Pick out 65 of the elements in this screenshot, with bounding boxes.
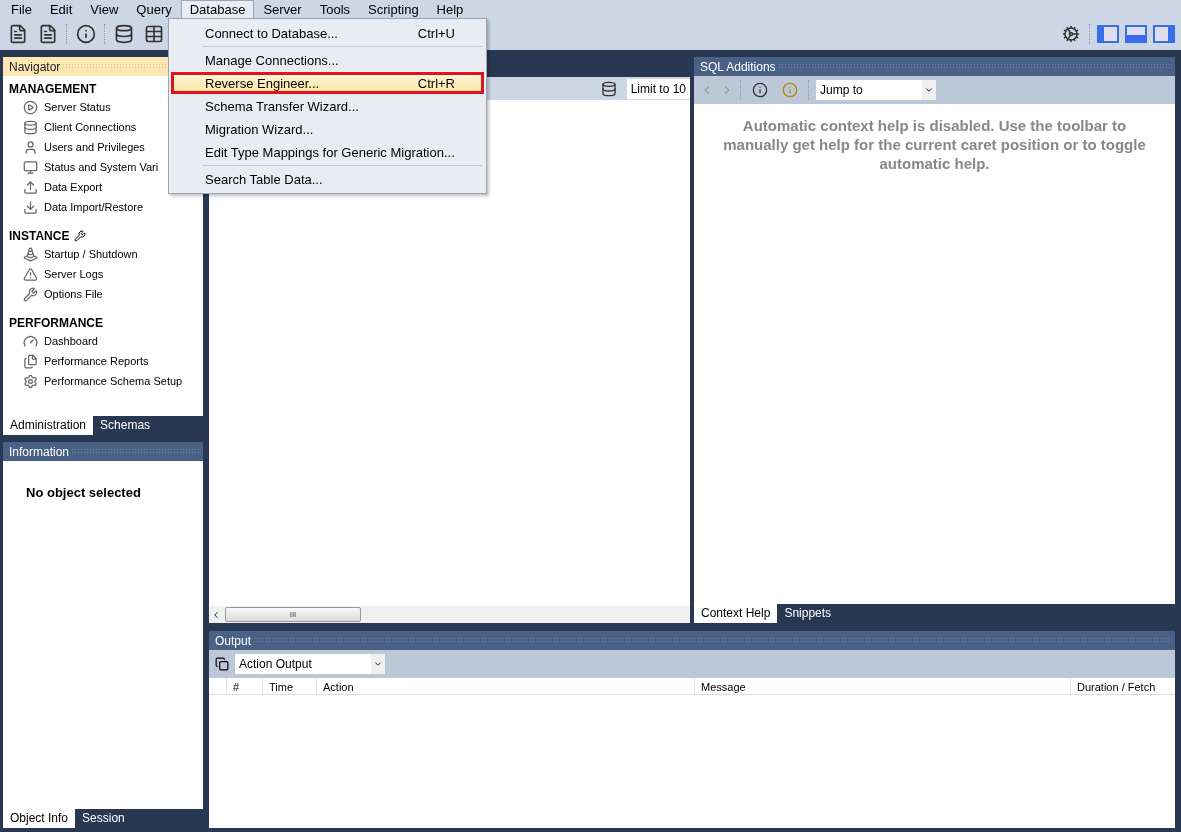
output-toggle-icon[interactable]: [1125, 25, 1147, 43]
tab[interactable]: Session: [75, 809, 132, 828]
download-icon: [23, 199, 38, 215]
caret-icon: [373, 659, 383, 669]
info-icon[interactable]: [74, 22, 98, 46]
menu-item[interactable]: Server: [254, 0, 311, 20]
menu-item[interactable]: Scripting: [359, 0, 428, 20]
panel-toggle-icon[interactable]: [1153, 25, 1175, 43]
menu-item[interactable]: Tools: [310, 0, 360, 20]
nav-item[interactable]: Performance Reports: [9, 351, 197, 371]
nav-item[interactable]: Dashboard: [9, 331, 197, 351]
tab[interactable]: Snippets: [777, 604, 839, 623]
files-icon: [23, 353, 38, 369]
tab[interactable]: Administration: [3, 416, 94, 435]
upload-icon: [23, 179, 38, 195]
nav-item[interactable]: Data Import/Restore: [9, 197, 197, 217]
user-icon: [23, 139, 38, 155]
database-icon: [23, 119, 38, 135]
menu-item[interactable]: File: [2, 0, 41, 20]
nav-item[interactable]: Options File: [9, 284, 197, 304]
gauge-icon: [23, 333, 38, 349]
scroll-left-icon[interactable]: [211, 609, 221, 620]
play-icon: [23, 99, 38, 115]
caret-icon: [924, 85, 934, 95]
tab[interactable]: Context Help: [694, 604, 778, 623]
menu-option[interactable]: Connect to Database... Ctrl+U: [171, 22, 484, 44]
nav-item[interactable]: Server Logs: [9, 264, 197, 284]
column-header[interactable]: #: [226, 678, 262, 694]
column-header[interactable]: Action: [316, 678, 694, 694]
tab[interactable]: Object Info: [3, 809, 76, 828]
empty-message: No object selected: [25, 484, 142, 500]
shortcut-label: Ctrl+R: [417, 75, 455, 91]
column-header[interactable]: Message: [694, 678, 1070, 694]
cone-icon: [23, 246, 38, 262]
menu-item[interactable]: Query: [127, 0, 181, 20]
column-header[interactable]: Duration / Fetch: [1070, 678, 1175, 694]
panel-title: SQL Additions: [700, 59, 776, 74]
sidebar-toggle-icon[interactable]: [1097, 25, 1119, 43]
jump-to-select[interactable]: Jump to: [816, 80, 936, 100]
section-title: MANAGEMENT: [9, 81, 97, 96]
section-title: PERFORMANCE: [9, 315, 103, 330]
panel-title: Information: [9, 444, 70, 459]
menu-item[interactable]: Edit: [40, 0, 82, 20]
help-message: Automatic context help is disabled. Use the toolbar to manually get help for the current caret position or to toggle automatic help.: [722, 116, 1147, 173]
scrollbar-thumb[interactable]: III: [225, 607, 361, 622]
nav-item[interactable]: Performance Schema Setup: [9, 371, 197, 391]
wrench-icon: [74, 229, 87, 242]
warning-icon: [23, 266, 38, 282]
panel-title: Output: [215, 633, 252, 648]
copy-icon[interactable]: [215, 657, 229, 671]
output-select[interactable]: Action Output: [235, 654, 385, 674]
shortcut-label: Ctrl+U: [417, 25, 455, 41]
tab[interactable]: Schemas: [93, 416, 158, 435]
menu-option[interactable]: Manage Connections...: [171, 49, 484, 71]
monitor-icon: [23, 159, 38, 175]
panel-title: Navigator: [9, 59, 61, 74]
limit-select[interactable]: Limit to 10: [626, 78, 690, 99]
menu-option[interactable]: Reverse Engineer... Ctrl+R: [171, 72, 484, 94]
gear-icon: [23, 373, 38, 389]
menu-item[interactable]: Help: [427, 0, 473, 20]
menu-item[interactable]: View: [81, 0, 128, 20]
wrench-icon: [23, 286, 38, 302]
section-title: INSTANCE: [9, 228, 70, 243]
column-header[interactable]: Time: [262, 678, 316, 694]
nav-item[interactable]: Startup / Shutdown: [9, 244, 197, 264]
